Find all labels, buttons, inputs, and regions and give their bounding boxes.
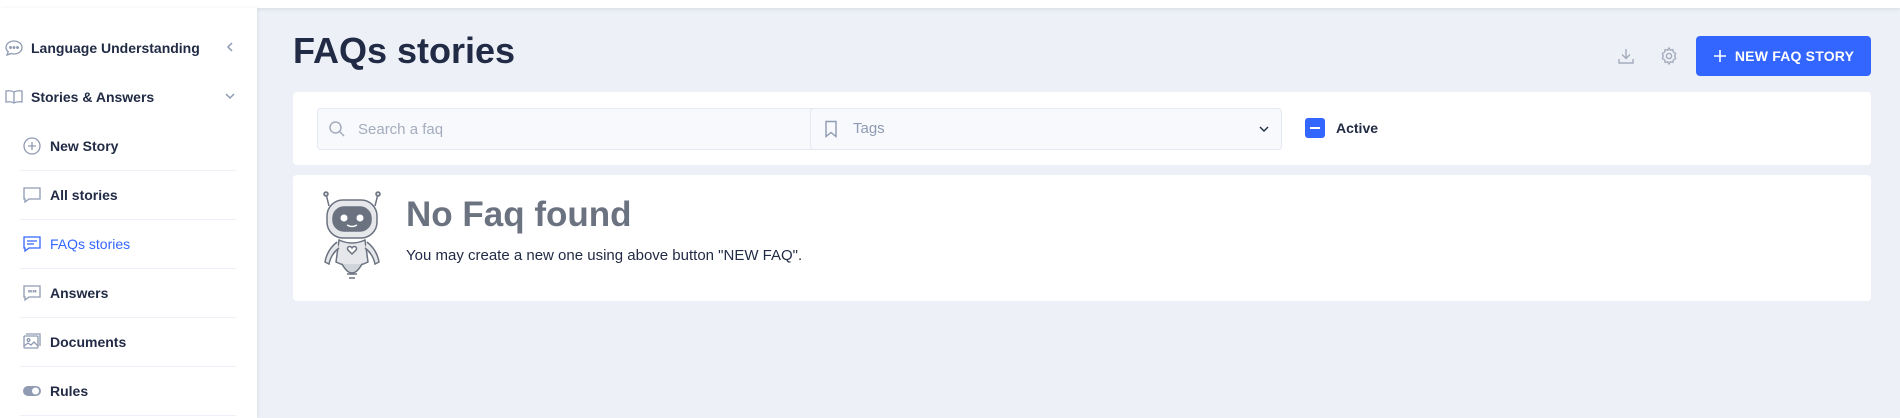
gear-icon[interactable]	[1659, 46, 1679, 66]
chevron-down-icon	[1259, 126, 1269, 132]
filter-bar: Tags Active	[293, 92, 1871, 165]
active-checkbox-label[interactable]: Active	[1336, 120, 1378, 136]
search-field	[317, 108, 821, 150]
page-title: FAQs stories	[293, 30, 516, 71]
empty-state-message: You may create a new one using above but…	[406, 247, 803, 264]
top-bar	[0, 0, 1900, 8]
sidebar-item-label: Answers	[50, 285, 109, 301]
empty-state-title: No Faq found	[406, 195, 632, 234]
new-faq-story-button[interactable]: NEW FAQ STORY	[1696, 36, 1871, 76]
chevron-left-icon[interactable]	[223, 40, 237, 54]
chat-bubble-icon	[5, 40, 23, 57]
images-icon	[23, 333, 41, 349]
new-faq-story-button-label: NEW FAQ STORY	[1734, 48, 1855, 64]
sidebar-section-stories-answers[interactable]: Stories & Answers	[0, 72, 257, 121]
robot-icon	[323, 191, 381, 279]
download-icon[interactable]	[1616, 46, 1636, 66]
sidebar-item-label: Documents	[50, 334, 127, 350]
message-square-icon	[23, 187, 41, 204]
sidebar-section-language-understanding[interactable]: Language Understanding	[0, 23, 257, 72]
plus-circle-icon	[23, 137, 41, 155]
book-open-icon	[5, 90, 23, 104]
active-checkbox[interactable]	[1305, 118, 1325, 138]
search-icon	[329, 121, 345, 137]
tags-select-placeholder: Tags	[853, 120, 885, 137]
quote-icon	[23, 285, 41, 302]
toggle-icon	[23, 386, 41, 396]
sidebar-item-rules[interactable]: Rules	[20, 367, 236, 416]
sidebar: Language Understanding Stories & Answers…	[0, 8, 257, 418]
sidebar-item-label: All stories	[50, 187, 118, 203]
bookmark-icon	[825, 120, 837, 138]
sidebar-item-faqs-stories[interactable]: FAQs stories	[20, 220, 236, 269]
sidebar-section-label: Stories & Answers	[31, 88, 155, 105]
message-lines-icon	[23, 236, 41, 253]
sidebar-item-answers[interactable]: Answers	[20, 269, 236, 318]
sidebar-item-new-story[interactable]: New Story	[20, 122, 236, 171]
sidebar-item-documents[interactable]: Documents	[20, 318, 236, 367]
sidebar-item-label: FAQs stories	[50, 236, 131, 252]
plus-icon	[1713, 50, 1726, 62]
sidebar-item-all-stories[interactable]: All stories	[20, 171, 236, 220]
sidebar-item-label: Rules	[50, 383, 89, 399]
chevron-down-icon[interactable]	[223, 89, 237, 103]
sidebar-section-label: Language Understanding	[31, 39, 200, 56]
empty-state: No Faq found You may create a new one us…	[293, 175, 1871, 301]
search-input[interactable]	[358, 109, 808, 149]
sidebar-item-label: New Story	[50, 138, 119, 154]
tags-select[interactable]: Tags	[810, 108, 1282, 150]
